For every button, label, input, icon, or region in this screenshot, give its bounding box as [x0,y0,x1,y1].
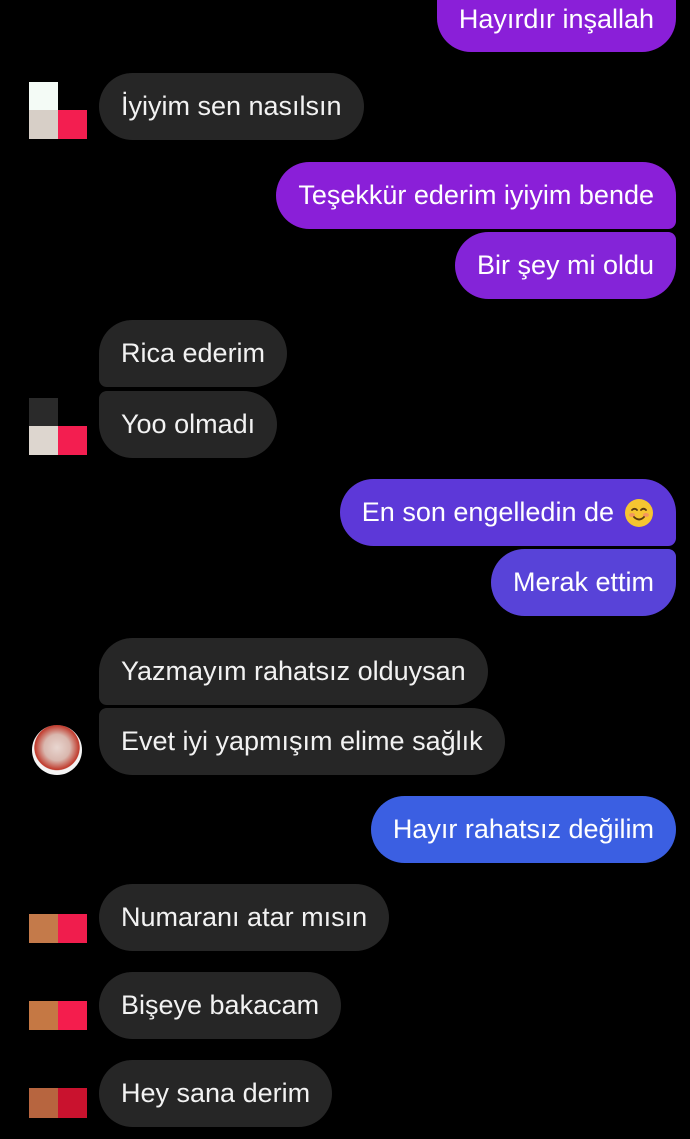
avatar[interactable] [29,914,87,943]
message-bubble-incoming[interactable]: İyiyim sen nasılsın [99,73,364,140]
avatar[interactable] [29,1001,87,1030]
message-bubble-incoming[interactable]: Hey sana derim [99,1060,333,1127]
message-bubble-incoming[interactable]: Numaranı atar mısın [99,884,390,951]
message-text: Hayır rahatsız değilim [392,814,654,844]
message-bubble-outgoing[interactable]: Teşekkür ederim iyiyim bende [276,162,676,229]
message-text: En son engelledin de [361,497,614,527]
message-text: Yoo olmadı [121,409,256,439]
message-bubble-outgoing[interactable]: Hayır rahatsız değilim [370,796,676,863]
message-text: Teşekkür ederim iyiyim bende [298,180,654,210]
message-bubble-incoming[interactable]: Rica ederim [99,320,288,387]
message-bubble-incoming[interactable]: Evet iyi yapmışım elime sağlık [99,708,505,775]
message-text: Bişeye bakacam [121,990,320,1020]
message-bubble-outgoing[interactable]: Bir şey mi oldu [454,232,676,299]
message-text: Yazmayım rahatsız olduysan [121,656,466,686]
message-bubble-outgoing[interactable]: En son engelledin de [339,479,676,546]
avatar[interactable] [29,82,87,139]
message-bubble-incoming[interactable]: Bişeye bakacam [99,972,342,1039]
avatar[interactable] [32,725,82,775]
message-text: Evet iyi yapmışım elime sağlık [121,726,483,756]
message-bubble-outgoing[interactable]: Hayırdır inşallah [436,0,676,52]
message-text: Hey sana derim [121,1078,311,1108]
message-text: Rica ederim [121,338,266,368]
smiling-face-icon [624,498,654,528]
avatar[interactable] [29,398,87,455]
message-text: Hayırdır inşallah [458,3,654,34]
message-bubble-incoming[interactable]: Yazmayım rahatsız olduysan [99,638,488,705]
message-bubble-outgoing[interactable]: Merak ettim [490,549,676,616]
avatar[interactable] [29,1088,87,1118]
message-text: İyiyim sen nasılsın [121,91,342,121]
message-text: Numaranı atar mısın [121,902,368,932]
message-text: Bir şey mi oldu [476,250,654,280]
message-bubble-incoming[interactable]: Yoo olmadı [99,391,278,458]
message-text: Merak ettim [512,567,654,597]
